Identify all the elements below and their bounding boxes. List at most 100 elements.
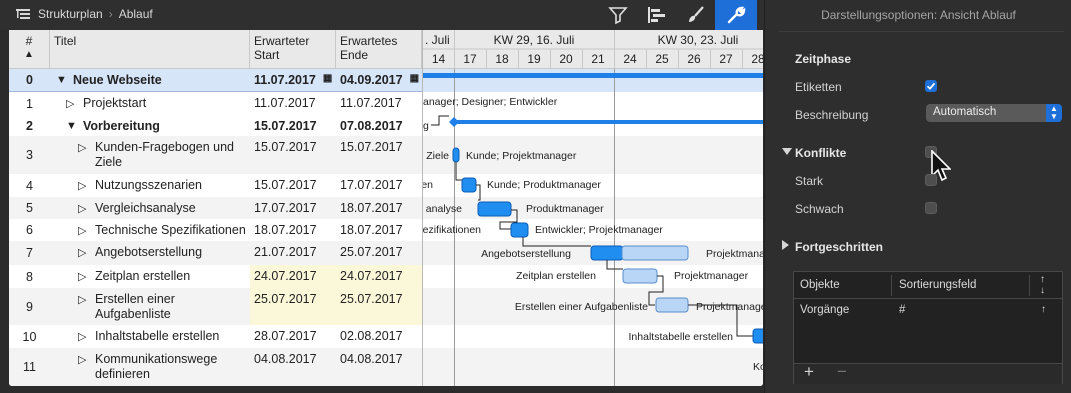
sort-direction-icon[interactable]: ↑ ↓ xyxy=(1040,274,1045,296)
select-stepper-icon: ▲ ▼ xyxy=(1046,104,1062,122)
gantt-group-bar xyxy=(454,120,763,124)
stark-checkbox[interactable] xyxy=(925,174,937,186)
table-row[interactable]: 1 ▷ Projektstart 11.07.2017 11.07.2017 xyxy=(9,92,422,115)
table-row[interactable]: 7 ▷ Angebotserstellung 21.07.2017 25.07.2017 xyxy=(9,241,422,265)
add-button[interactable]: + xyxy=(804,362,814,382)
row-end-cell[interactable]: 25.07.2017 xyxy=(336,288,422,325)
sort-col-field[interactable]: Sortierungsfeld xyxy=(899,279,976,291)
table-row[interactable]: 11 ▷ Kommunikationswege definieren 04.08.201… xyxy=(9,348,422,386)
disclosure-closed-icon[interactable] xyxy=(782,240,789,250)
row-end-cell[interactable]: 24.07.2017 xyxy=(336,265,422,288)
table-row[interactable]: 8 ▷ Zeitplan erstellen 24.07.2017 24.07.2017 xyxy=(9,265,422,288)
disclosure-closed-icon[interactable]: ▷ xyxy=(78,246,92,259)
sort-table-header: Objekte Sortierungsfeld ↑ ↓ xyxy=(794,272,1062,299)
col-header-start-l1: Erwarteter xyxy=(254,34,310,48)
row-start-cell[interactable]: 25.07.2017 xyxy=(250,288,336,325)
beschreibung-select[interactable]: Automatisch ▲ ▼ xyxy=(926,104,1062,122)
calendar-icon[interactable]: ▦ xyxy=(410,73,419,84)
row-start-cell[interactable]: 15.07.2017 xyxy=(250,136,336,174)
row-number: 5 xyxy=(26,201,33,215)
row-start-cell[interactable]: 18.07.2017 xyxy=(250,219,336,241)
table-row[interactable]: 5 ▷ Vergleichsanalyse 17.07.2017 18.07.2017 xyxy=(9,197,422,219)
table-row[interactable]: 10 ▷ Inhaltstabelle erstellen 28.07.2017 02.… xyxy=(9,325,422,348)
table-row[interactable]: 3 ▷ Kunden-Fragebogen und Ziele 15.07.2017 15… xyxy=(9,136,422,174)
row-title-line2: definieren xyxy=(95,367,150,381)
disclosure-open-icon[interactable]: ▼ xyxy=(66,120,80,132)
sort-row-ascending-icon[interactable]: ↑ xyxy=(1041,304,1046,315)
row-title: Inhaltstabelle erstellen xyxy=(95,329,220,343)
row-title-cell: ▷ Kunden-Fragebogen und Ziele xyxy=(78,136,250,174)
row-start-cell[interactable]: 28.07.2017 xyxy=(250,325,336,348)
disclosure-closed-icon[interactable]: ▷ xyxy=(78,202,92,215)
disclosure-open-icon[interactable] xyxy=(782,148,792,155)
disclosure-closed-icon[interactable]: ▷ xyxy=(66,97,80,110)
row-end-cell[interactable]: 11.07.2017 xyxy=(336,92,422,115)
style-button[interactable] xyxy=(679,0,713,30)
table-row[interactable]: 2 ▼ Vorbereitung 15.07.2017 07.08.2017 xyxy=(9,115,422,136)
table-row[interactable]: 6 ▷ Technische Spezifikationen 18.07.2017 18… xyxy=(9,219,422,241)
col-header-num[interactable]: # ▲ xyxy=(9,30,50,69)
sort-col-objekte[interactable]: Objekte xyxy=(800,279,840,291)
row-title: Erstellen einer xyxy=(95,292,175,306)
row-title: Neue Webseite xyxy=(73,73,162,87)
filter-button[interactable] xyxy=(601,0,635,30)
gantt-week-label: . Juli xyxy=(425,33,450,47)
col-header-start[interactable]: Erwarteter Start xyxy=(250,30,336,69)
table-row[interactable]: 0 ▼ Neue Webseite 11.07.2017 ▦ 04.09.2017 ▦ xyxy=(9,69,422,92)
filter-icon xyxy=(608,7,628,25)
row-end-cell[interactable]: 18.07.2017 xyxy=(336,219,422,241)
row-title-cell: ▼ Neue Webseite xyxy=(56,69,250,91)
section-zeitphase: Zeitphase xyxy=(795,52,852,66)
disclosure-closed-icon[interactable]: ▷ xyxy=(78,293,92,306)
gantt-day-label: 17 xyxy=(463,52,477,66)
row-start-cell[interactable]: 11.07.2017 ▦ xyxy=(250,69,336,91)
row-end-cell[interactable]: 17.07.2017 xyxy=(336,174,422,197)
disclosure-open-icon[interactable]: ▼ xyxy=(56,74,70,86)
table-row[interactable]: 4 ▷ Nutzungsszenarien 15.07.2017 17.07.2017 xyxy=(9,174,422,197)
disclosure-closed-icon[interactable]: ▷ xyxy=(78,179,92,192)
disclosure-closed-icon[interactable]: ▷ xyxy=(78,270,92,283)
row-end-cell[interactable]: 07.08.2017 xyxy=(336,115,422,136)
row-start-cell[interactable]: 21.07.2017 xyxy=(250,241,336,265)
row-end-cell[interactable]: 04.09.2017 ▦ xyxy=(336,69,422,91)
disclosure-closed-icon[interactable]: ▷ xyxy=(78,141,92,154)
gantt-task-label: ezifikationen xyxy=(423,224,481,236)
table-row[interactable]: 9 ▷ Erstellen einer Aufgabenliste 25.07.2017… xyxy=(9,288,422,325)
gantt-view-button[interactable] xyxy=(640,0,674,30)
row-number: 7 xyxy=(26,246,33,260)
remove-button[interactable]: − xyxy=(837,362,847,382)
row-start-cell[interactable]: 15.07.2017 xyxy=(250,174,336,197)
row-number: 9 xyxy=(26,299,33,314)
etiketten-checkbox[interactable] xyxy=(925,80,937,92)
section-konflikte[interactable]: Konflikte xyxy=(795,146,846,160)
row-start-cell[interactable]: 15.07.2017 xyxy=(250,115,336,136)
breadcrumb-item-schedule[interactable]: Ablauf xyxy=(119,7,153,21)
row-end: 11.07.2017 xyxy=(340,96,402,110)
section-fortgeschritten[interactable]: Fortgeschritten xyxy=(795,240,883,254)
row-start-cell[interactable]: 11.07.2017 xyxy=(250,92,336,115)
disclosure-closed-icon[interactable]: ▷ xyxy=(78,330,92,343)
row-end-cell[interactable]: 04.08.2017 xyxy=(336,348,422,386)
row-end-cell[interactable]: 25.07.2017 xyxy=(336,241,422,265)
row-start-cell[interactable]: 04.08.2017 xyxy=(250,348,336,386)
calendar-icon[interactable]: ▦ xyxy=(323,73,332,84)
sort-table-row[interactable]: Vorgänge # ↑ xyxy=(794,300,1062,322)
row-start-cell[interactable]: 24.07.2017 xyxy=(250,265,336,288)
breadcrumb-item-structure[interactable]: Strukturplan xyxy=(38,7,103,21)
row-end-cell[interactable]: 18.07.2017 xyxy=(336,197,422,219)
disclosure-closed-icon[interactable]: ▷ xyxy=(78,224,92,237)
gantt-task-label: ien xyxy=(423,179,433,191)
schwach-checkbox[interactable] xyxy=(925,202,937,214)
row-end-cell[interactable]: 02.08.2017 xyxy=(336,325,422,348)
gantt-task-bar xyxy=(510,222,529,238)
col-header-end[interactable]: Erwartetes Ende xyxy=(336,30,422,69)
col-header-title[interactable]: Titel xyxy=(50,30,250,69)
row-start-cell[interactable]: 17.07.2017 xyxy=(250,197,336,219)
inspector-button[interactable] xyxy=(715,0,757,30)
disclosure-closed-icon[interactable]: ▷ xyxy=(78,353,92,366)
gantt-task-label: Erstellen einer Aufgabenliste xyxy=(515,301,648,313)
row-start: 11.07.2017 xyxy=(254,73,316,87)
gantt-chart: . Juli KW 29, 16. Juli KW 30, 23. Juli 14 17… xyxy=(423,30,763,386)
gantt-project-bar-end xyxy=(756,73,763,78)
row-end-cell[interactable]: 15.07.2017 xyxy=(336,136,422,174)
